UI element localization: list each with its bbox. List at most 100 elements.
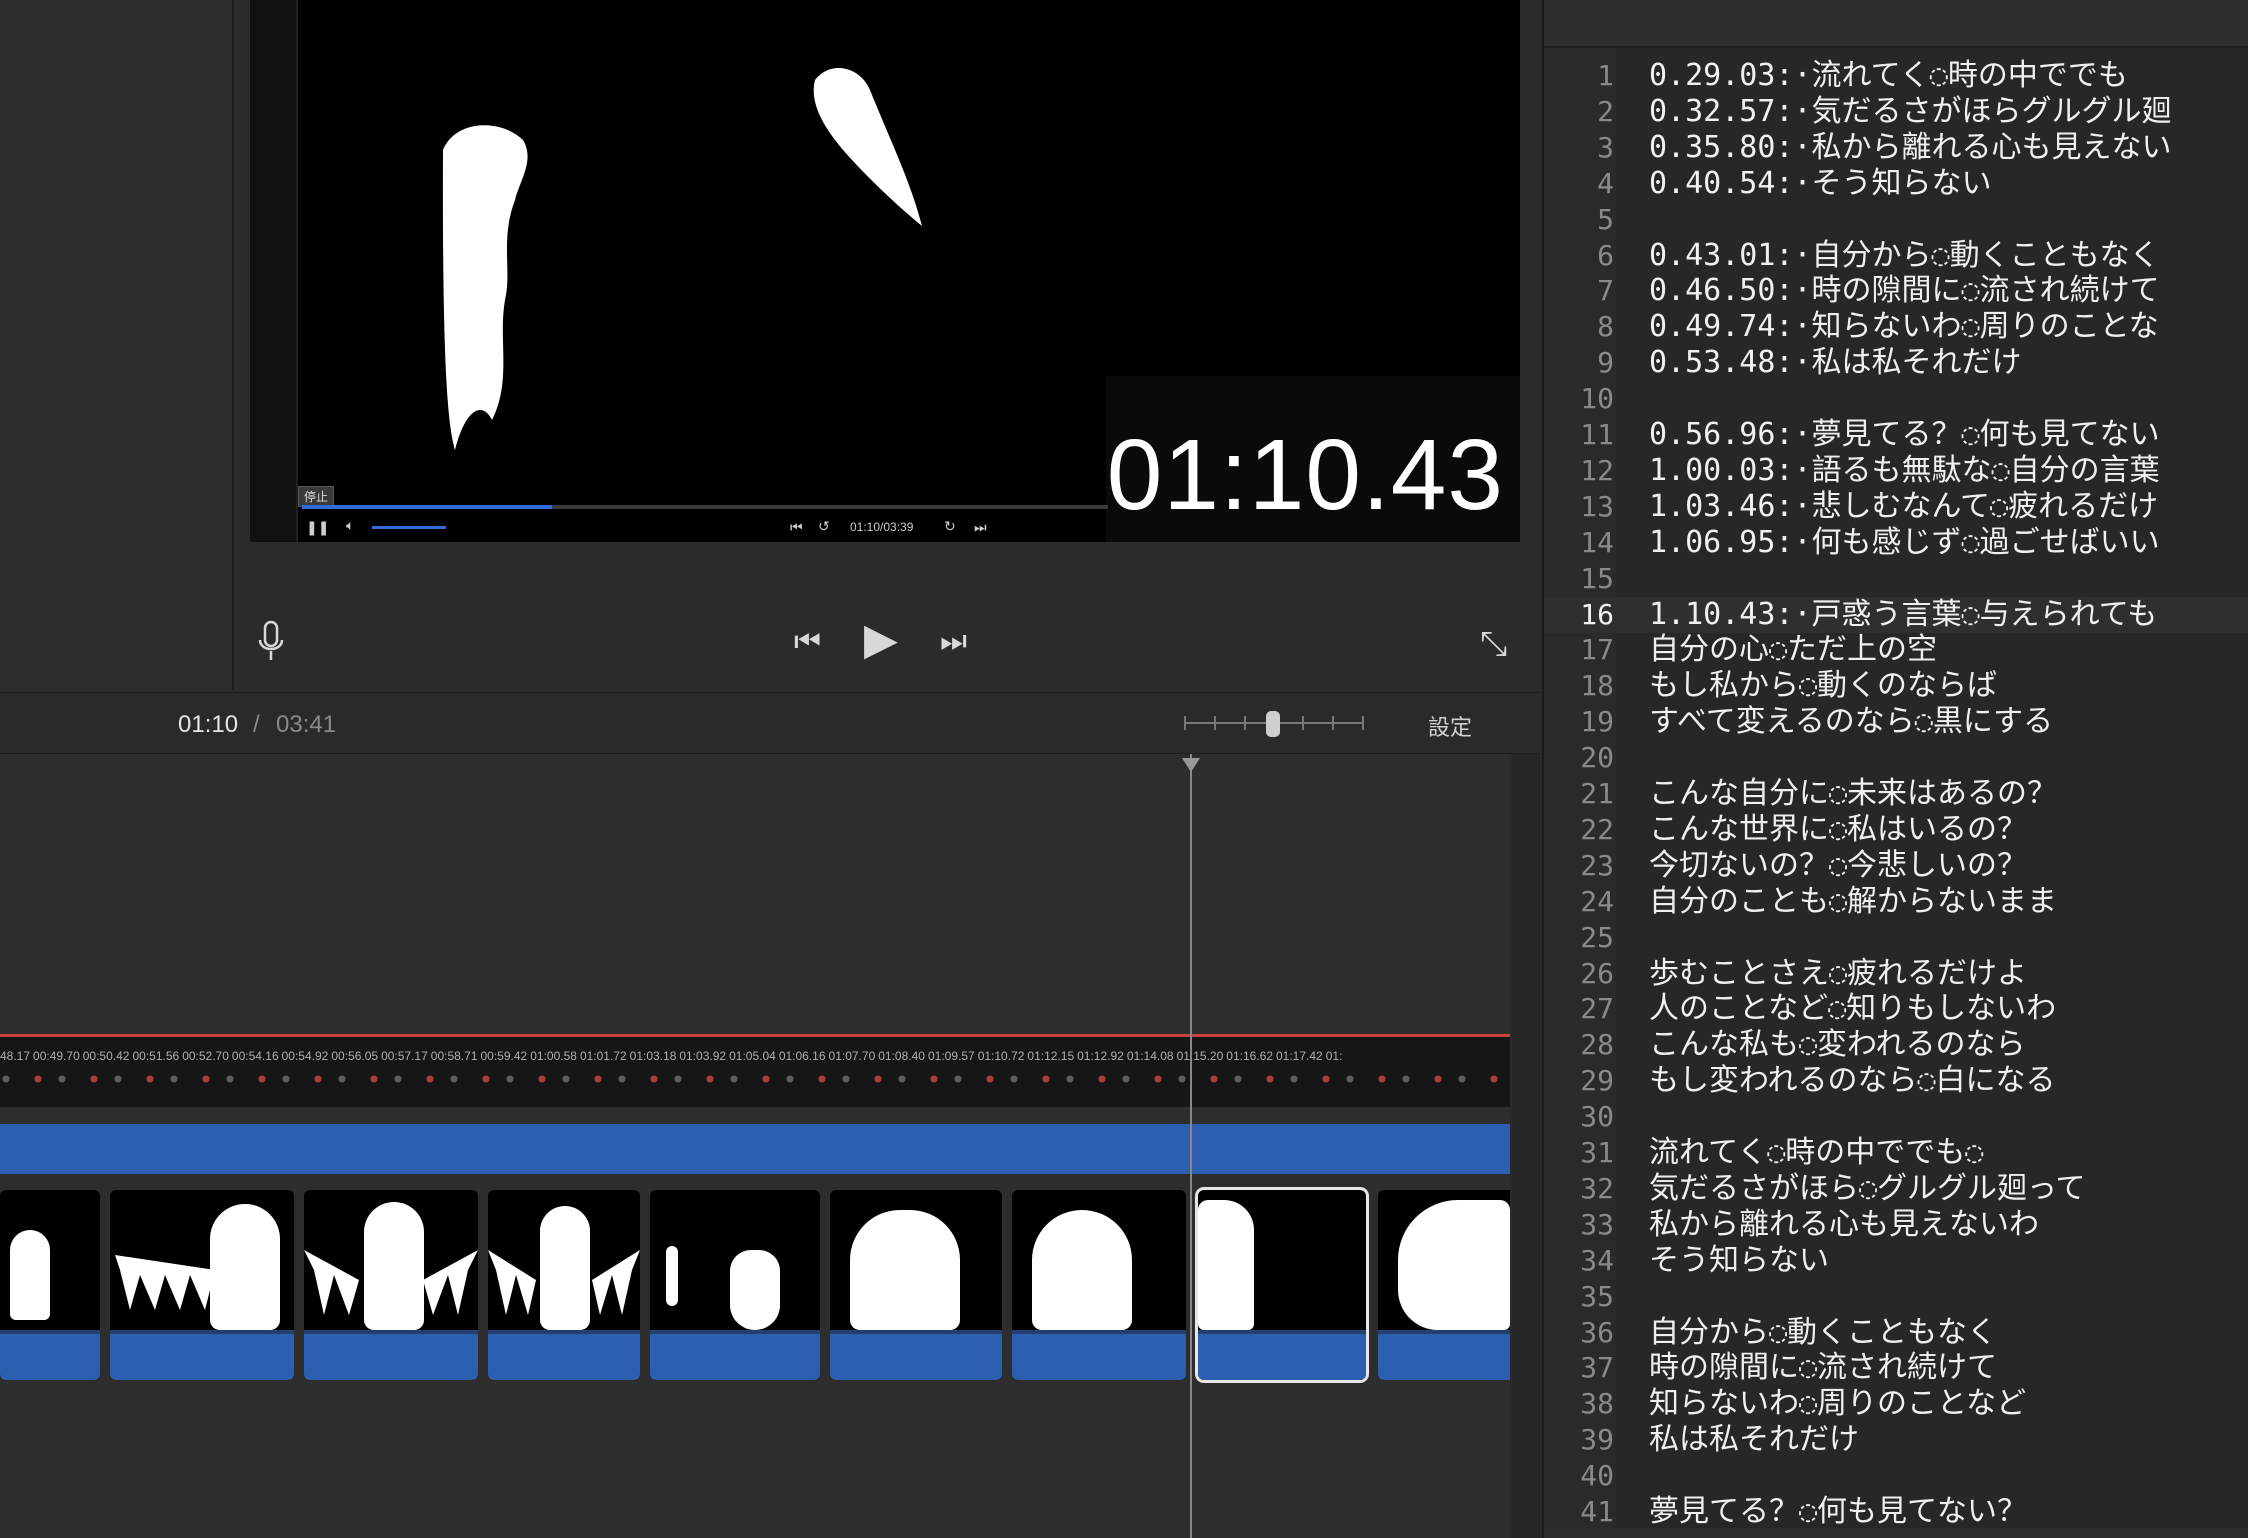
rewind-icon[interactable]: ↺ xyxy=(818,519,830,535)
editor-line[interactable]: 37 時の隙間に◌流され続けて xyxy=(1544,1350,2248,1386)
line-number: 22 xyxy=(1580,812,1614,846)
background-audio-band[interactable] xyxy=(0,1124,1510,1174)
editor-line[interactable]: 35 xyxy=(1544,1279,2248,1315)
editor-line[interactable]: 36 自分から◌動くこともなく xyxy=(1544,1315,2248,1351)
fullscreen-icon[interactable]: ⤡ xyxy=(1480,624,1507,664)
timestamp-row: 48.17 00:49.70 00:50.42 00:51.56 00:52.70 00:… xyxy=(0,1049,1345,1063)
zoom-slider[interactable] xyxy=(1184,711,1364,737)
line-number: 7 xyxy=(1597,274,1614,308)
player-progress-fill xyxy=(302,505,552,509)
video-clip[interactable] xyxy=(830,1190,1002,1380)
editor-line[interactable]: 12 1.00.03:·語るも無駄な◌自分の言葉 xyxy=(1544,453,2248,489)
zoom-tick xyxy=(1332,716,1334,730)
editor-status-bar xyxy=(1544,1528,2248,1538)
editor-line[interactable]: 11 0.56.96:·夢見てる？◌何も見てない xyxy=(1544,417,2248,453)
video-clip[interactable] xyxy=(1378,1190,1510,1380)
editor-line[interactable]: 7 0.46.50:·時の隙間に◌流され続けて xyxy=(1544,273,2248,309)
editor-line[interactable]: 16 1.10.43:·戸惑う言葉◌与えられても xyxy=(1544,596,2248,633)
editor-line[interactable]: 4 0.40.54:·そう知らない xyxy=(1544,166,2248,202)
stop-tooltip: 停止 xyxy=(298,486,335,507)
timeline-timestamp: 01:08.40 xyxy=(878,1049,925,1063)
editor-line[interactable]: 25 xyxy=(1544,920,2248,956)
editor-line[interactable]: 21 こんな自分に◌未来はあるの？ xyxy=(1544,776,2248,812)
line-text: 流れてく◌時の中ででも◌ xyxy=(1649,1135,1984,1170)
editor-line[interactable]: 9 0.53.48:·私は私それだけ xyxy=(1544,345,2248,381)
editor-line[interactable]: 38 知らないわ◌周りのことなど xyxy=(1544,1386,2248,1422)
editor-line[interactable]: 19 すべて変えるのなら◌黒にする xyxy=(1544,704,2248,740)
skip-start-icon[interactable]: ⏮︎ xyxy=(790,520,803,536)
video-clip[interactable] xyxy=(0,1190,100,1380)
video-clip[interactable] xyxy=(650,1190,820,1380)
editor-line[interactable]: 22 こんな世界に◌私はいるの？ xyxy=(1544,812,2248,848)
pause-icon[interactable]: ❚❚ xyxy=(306,520,329,536)
zoom-tick xyxy=(1302,716,1304,730)
editor-line[interactable]: 2 0.32.57:·気だるさがほらグルグル廻 xyxy=(1544,94,2248,130)
editor-line[interactable]: 30 xyxy=(1544,1099,2248,1135)
editor-line[interactable]: 17 自分の心◌ただ上の空 xyxy=(1544,632,2248,668)
clip-audio-wave xyxy=(1378,1330,1510,1380)
next-icon[interactable]: ⏭︎ xyxy=(940,624,967,659)
editor-line[interactable]: 6 0.43.01:·自分から◌動くこともなく xyxy=(1544,238,2248,274)
editor-line[interactable]: 20 xyxy=(1544,740,2248,776)
playhead[interactable] xyxy=(1190,754,1192,1538)
audio-track[interactable]: 48.17 00:49.70 00:50.42 00:51.56 00:52.70 00:… xyxy=(0,1037,1510,1107)
editor-line[interactable]: 18 もし私から◌動くのならば xyxy=(1544,668,2248,704)
play-icon[interactable]: ▶ xyxy=(864,614,898,665)
editor-line[interactable]: 41 夢見てる？◌何も見てない？ xyxy=(1544,1494,2248,1530)
editor-line[interactable]: 1 0.29.03:·流れてく◌時の中ででも xyxy=(1544,58,2248,94)
line-number: 18 xyxy=(1580,669,1614,703)
editor-line[interactable]: 27 人のことなど◌知りもしないわ xyxy=(1544,991,2248,1027)
editor-line[interactable]: 23 今切ないの？◌今悲しいの？ xyxy=(1544,848,2248,884)
forward-icon[interactable]: ↻ xyxy=(944,519,956,535)
video-clip[interactable] xyxy=(304,1190,478,1380)
editor-line[interactable]: 31 流れてく◌時の中ででも◌ xyxy=(1544,1135,2248,1171)
skip-end-icon[interactable]: ⏭︎ xyxy=(974,520,987,536)
line-text: 夢見てる？◌何も見てない？ xyxy=(1649,1494,2028,1529)
settings-button[interactable]: 設定 xyxy=(1428,710,1472,742)
editor-line[interactable]: 13 1.03.46:·悲しむなんて◌疲れるだけ xyxy=(1544,489,2248,525)
clip-audio-wave xyxy=(830,1330,1002,1380)
editor-line[interactable]: 24 自分のことも◌解からないまま xyxy=(1544,884,2248,920)
line-number: 9 xyxy=(1597,346,1614,380)
timeline-timestamp: 00:51.56 xyxy=(132,1049,180,1063)
line-text: もし私から◌動くのならば xyxy=(1649,668,1998,704)
editor-line[interactable]: 28 こんな私も◌変われるのなら xyxy=(1544,1027,2248,1063)
line-text: もし変われるのなら◌白になる xyxy=(1649,1063,2056,1099)
microphone-icon[interactable] xyxy=(256,620,286,664)
line-number: 36 xyxy=(1580,1315,1614,1349)
editor-line[interactable]: 8 0.49.74:·知らないわ◌周りのことな xyxy=(1544,309,2248,345)
editor-line[interactable]: 3 0.35.80:·私から離れる心も見えない xyxy=(1544,130,2248,166)
editor-line[interactable]: 33 私から離れる心も見えないわ xyxy=(1544,1207,2248,1243)
playhead-handle[interactable] xyxy=(1182,758,1200,772)
editor-line[interactable]: 14 1.06.95:·何も感じず◌過ごせばいい xyxy=(1544,525,2248,561)
timeline-timestamp: 01:03.92 xyxy=(679,1049,727,1063)
player-time: 01:10/03:39 xyxy=(850,520,914,534)
zoom-thumb[interactable] xyxy=(1266,711,1280,737)
timeline-scrollbar[interactable] xyxy=(1512,754,1540,1538)
editor-line[interactable]: 34 そう知らない xyxy=(1544,1243,2248,1279)
text-editor[interactable]: 1 0.29.03:·流れてく◌時の中ででも 2 0.32.57:·気だるさがほらグル… xyxy=(1542,0,2248,1538)
editor-line[interactable]: 39 私は私それだけ xyxy=(1544,1422,2248,1458)
volume-slider[interactable] xyxy=(372,526,446,529)
editor-line[interactable]: 15 xyxy=(1544,561,2248,597)
editor-line[interactable]: 5 xyxy=(1544,202,2248,238)
zoom-tick xyxy=(1362,716,1364,730)
editor-line[interactable]: 40 xyxy=(1544,1458,2248,1494)
editor-line[interactable]: 29 もし変われるのなら◌白になる xyxy=(1544,1063,2248,1099)
video-clip[interactable] xyxy=(110,1190,294,1380)
editor-line[interactable]: 26 歩むことさえ◌疲れるだけよ xyxy=(1544,956,2248,992)
player-progress-bar[interactable] xyxy=(302,505,1108,509)
line-text: 1.06.95:·何も感じず◌過ごせばいい xyxy=(1649,524,2160,560)
timeline-timestamp: 01:05.04 xyxy=(729,1049,776,1063)
video-clip[interactable] xyxy=(1012,1190,1186,1380)
video-clip-selected[interactable] xyxy=(1195,1187,1369,1383)
previous-icon[interactable]: ⏮︎ xyxy=(794,624,821,659)
editor-line[interactable]: 32 気だるさがほら◌グルグル廻って xyxy=(1544,1171,2248,1207)
video-preview[interactable]: 01:10.43 停止 ❚❚ 🔈︎ ⏮︎ ↺ 01:10/03:39 ↻ ⏭︎ xyxy=(250,0,1520,542)
line-number: 2 xyxy=(1597,94,1614,128)
video-clip[interactable] xyxy=(488,1190,640,1380)
editor-tab-bar xyxy=(1544,0,2248,48)
volume-icon[interactable]: 🔈︎ xyxy=(346,518,354,534)
timeline[interactable]: 48.17 00:49.70 00:50.42 00:51.56 00:52.70 00:… xyxy=(0,754,1510,1538)
editor-line[interactable]: 10 xyxy=(1544,381,2248,417)
